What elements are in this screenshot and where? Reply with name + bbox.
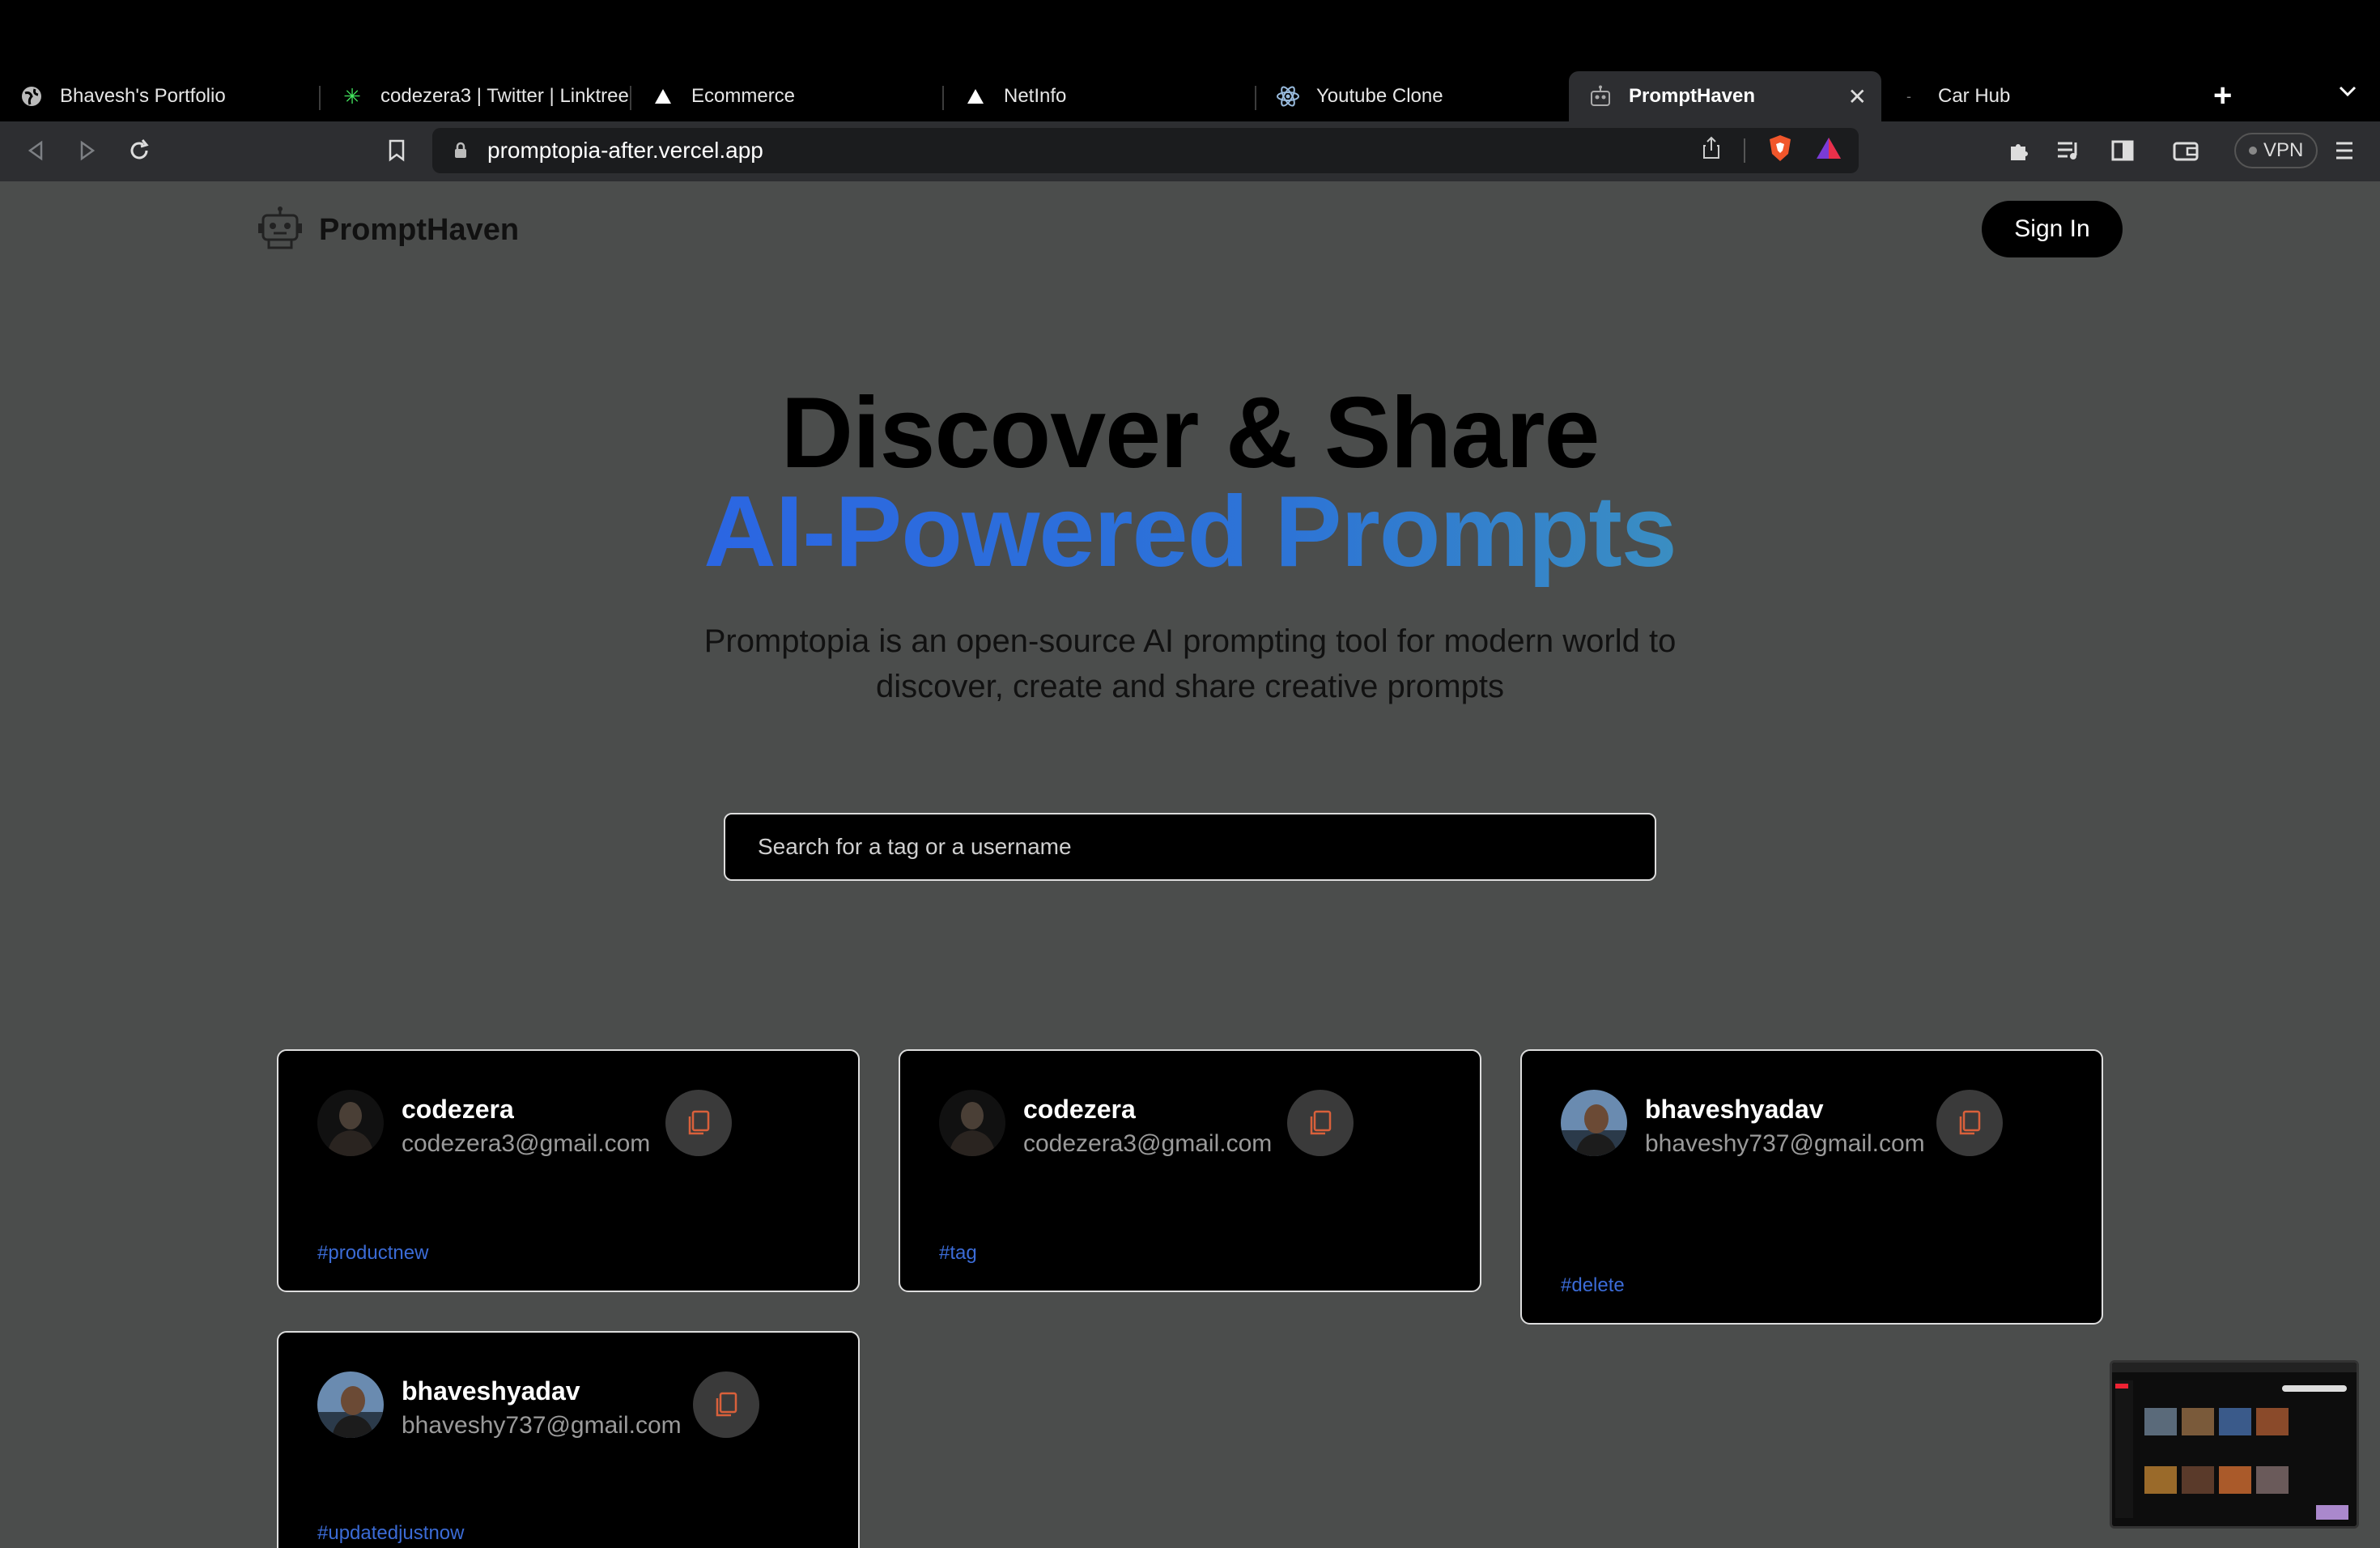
screenshot-thumbnail[interactable]	[2110, 1360, 2359, 1529]
tab-codezera3-linktree[interactable]: ✳ codezera3 | Twitter | Linktree	[321, 71, 631, 121]
prompt-card[interactable]: codezera codezera3@gmail.com #tag	[899, 1049, 1481, 1292]
avatar	[317, 1090, 384, 1156]
tab-prompthaven[interactable]: PromptHaven ✕	[1569, 71, 1881, 121]
browser-toolbar: promptopia-after.vercel.app VPN	[0, 121, 2380, 181]
os-menu-bar	[0, 0, 2380, 58]
vercel-icon	[963, 84, 988, 108]
card-tag[interactable]: #tag	[939, 1242, 977, 1265]
card-username: codezera	[402, 1095, 514, 1124]
card-email: bhaveshy737@gmail.com	[1645, 1130, 1925, 1157]
lock-icon	[452, 140, 470, 161]
robot-icon	[1588, 84, 1613, 108]
share-icon[interactable]	[1702, 136, 1721, 164]
divider	[1744, 138, 1745, 163]
logo-text: PromptHaven	[319, 213, 520, 247]
card-username: bhaveshyadav	[402, 1376, 580, 1406]
sidebar-toggle-icon[interactable]	[2106, 134, 2139, 167]
media-playlist-icon[interactable]	[2053, 134, 2085, 167]
dash-icon: -	[1906, 87, 1911, 104]
brave-rewards-icon[interactable]	[1815, 136, 1842, 164]
avatar	[939, 1090, 1005, 1156]
avatar	[1561, 1090, 1627, 1156]
tab-youtube-clone[interactable]: Youtube Clone	[1256, 71, 1569, 121]
wallet-icon[interactable]	[2170, 134, 2202, 167]
globe-icon	[19, 84, 44, 108]
copy-icon[interactable]	[665, 1090, 732, 1156]
prompt-card[interactable]: bhaveshyadav bhaveshy737@gmail.com #upda…	[277, 1331, 860, 1548]
tab-title: Car Hub	[1938, 85, 2011, 107]
card-email: codezera3@gmail.com	[402, 1130, 651, 1157]
tab-strip: Bhavesh's Portfolio ✳ codezera3 | Twitte…	[0, 58, 2380, 121]
page-viewport: PromptHaven Sign In Discover & Share AI-…	[0, 181, 2380, 1548]
tab-title: Bhavesh's Portfolio	[60, 85, 226, 107]
vpn-label: VPN	[2263, 139, 2304, 161]
card-tag[interactable]: #delete	[1561, 1274, 1625, 1297]
hero-description: Promptopia is an open-source AI promptin…	[703, 623, 1677, 704]
card-tag[interactable]: #productnew	[317, 1242, 428, 1265]
hero: Discover & Share AI-Powered Prompts	[0, 377, 2380, 582]
close-tab-icon[interactable]: ✕	[1848, 83, 1867, 110]
avatar	[317, 1372, 384, 1438]
chevron-down-icon[interactable]	[2338, 81, 2357, 104]
copy-icon[interactable]	[1936, 1090, 2003, 1156]
vpn-button[interactable]: VPN	[2234, 133, 2318, 168]
linktree-icon: ✳	[343, 83, 361, 108]
copy-icon[interactable]	[1287, 1090, 1354, 1156]
react-icon	[1276, 84, 1300, 108]
tab-netinfo[interactable]: NetInfo	[944, 71, 1256, 121]
vercel-icon	[651, 84, 675, 108]
card-email: codezera3@gmail.com	[1023, 1130, 1273, 1157]
url-text: promptopia-after.vercel.app	[487, 138, 763, 163]
prompt-card[interactable]: bhaveshyadav bhaveshy737@gmail.com #dele…	[1520, 1049, 2103, 1325]
copy-icon[interactable]	[693, 1372, 759, 1438]
robot-icon	[256, 206, 304, 255]
bookmark-icon[interactable]	[380, 134, 413, 167]
search-input[interactable]	[724, 813, 1656, 881]
card-tag[interactable]: #updatedjustnow	[317, 1522, 464, 1545]
address-bar[interactable]: promptopia-after.vercel.app	[432, 128, 1859, 173]
brave-shield-icon[interactable]	[1768, 134, 1792, 166]
tab-title: codezera3 | Twitter | Linktree	[380, 85, 629, 107]
vpn-status-dot	[2249, 147, 2257, 155]
tab-car-hub[interactable]: - Car Hub	[1881, 71, 2194, 121]
tab-ecommerce[interactable]: Ecommerce	[631, 71, 944, 121]
tab-title: PromptHaven	[1629, 85, 1756, 107]
new-tab-icon[interactable]: +	[2213, 78, 2232, 114]
tab-title: Ecommerce	[691, 85, 796, 107]
card-username: codezera	[1023, 1095, 1136, 1124]
site-logo[interactable]: PromptHaven	[256, 206, 519, 255]
extensions-icon[interactable]	[2003, 134, 2035, 167]
forward-icon[interactable]	[71, 134, 104, 167]
tab-bhaveshs-portfolio[interactable]: Bhavesh's Portfolio	[0, 71, 321, 121]
tab-title: Youtube Clone	[1316, 85, 1443, 107]
reload-icon[interactable]	[123, 134, 155, 167]
card-email: bhaveshy737@gmail.com	[402, 1412, 682, 1439]
hero-title: Discover & Share	[780, 377, 1600, 489]
menu-icon[interactable]	[2328, 134, 2361, 167]
prompt-card[interactable]: codezera codezera3@gmail.com #productnew	[277, 1049, 860, 1292]
card-username: bhaveshyadav	[1645, 1095, 1824, 1124]
back-icon[interactable]	[19, 134, 52, 167]
hero-title-gradient: AI-Powered Prompts	[703, 476, 1677, 588]
tab-title: NetInfo	[1004, 85, 1067, 107]
sign-in-button[interactable]: Sign In	[1982, 201, 2123, 257]
